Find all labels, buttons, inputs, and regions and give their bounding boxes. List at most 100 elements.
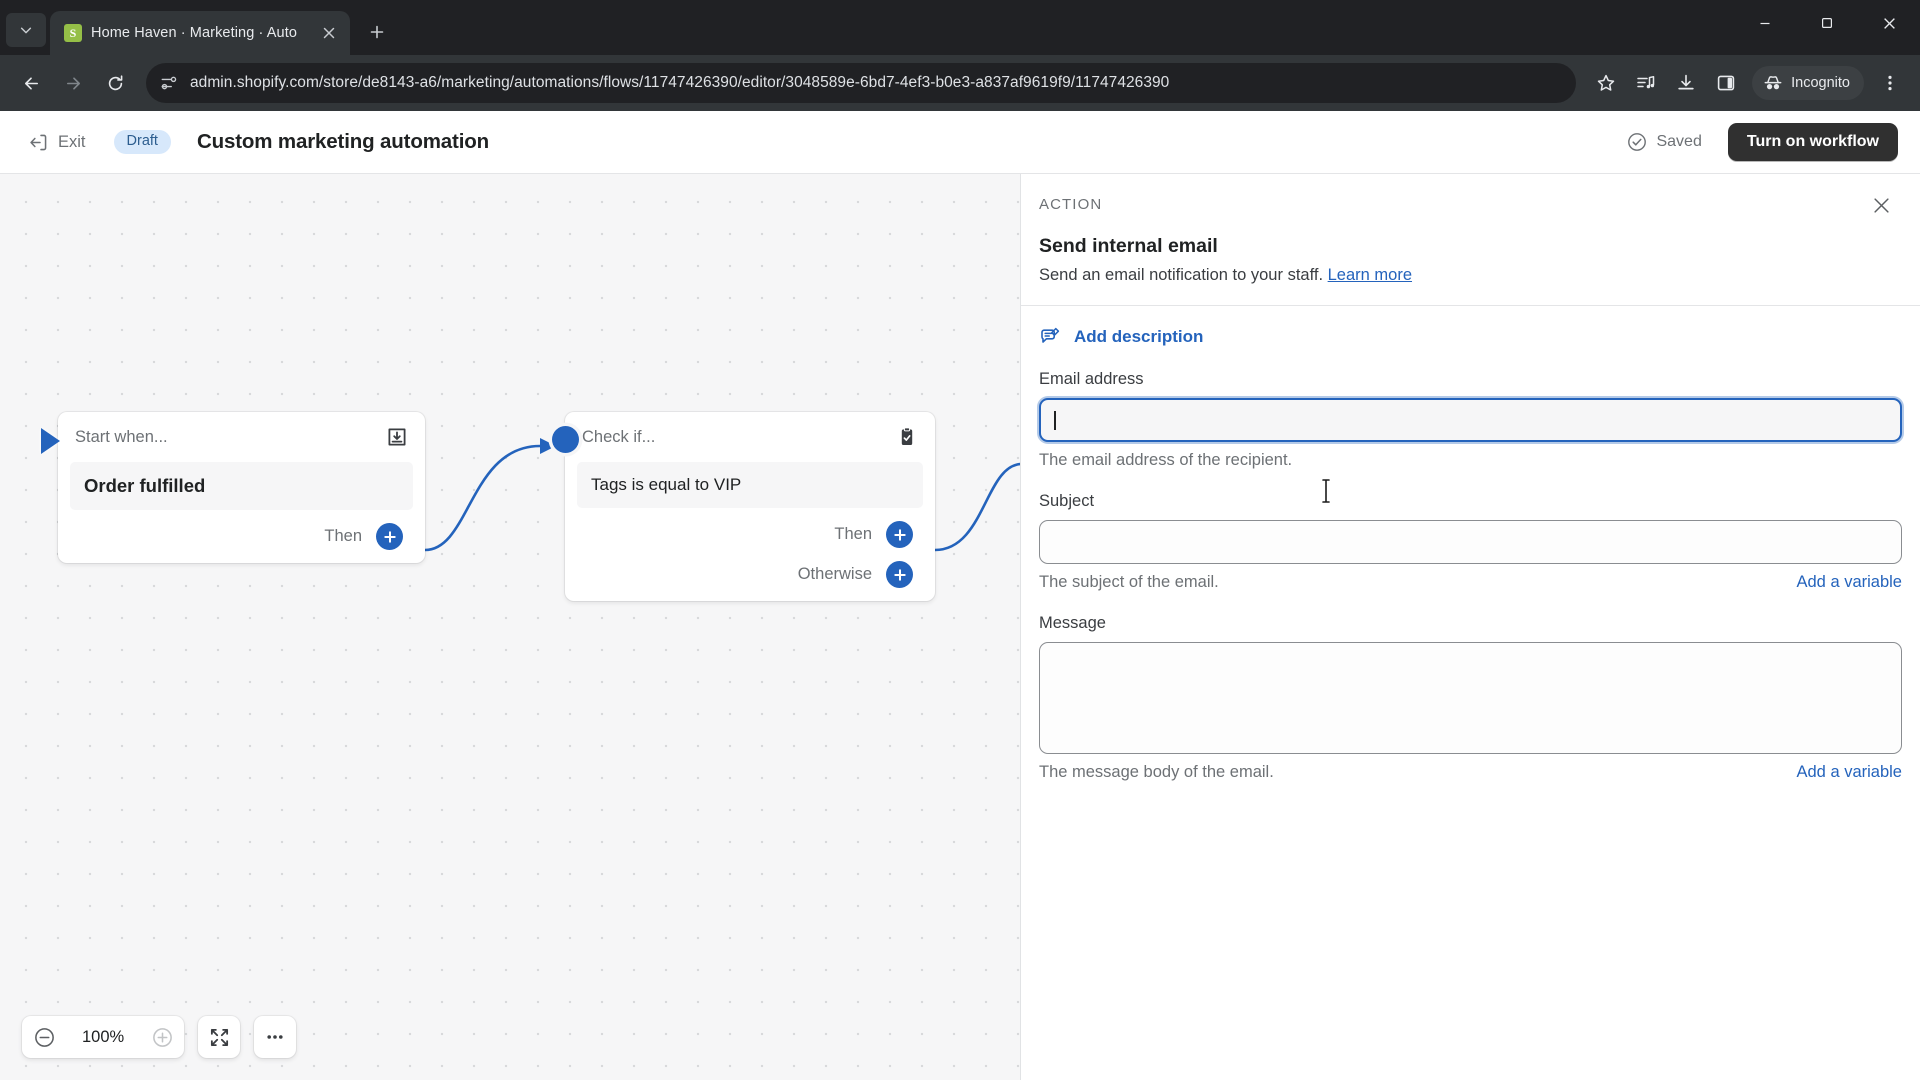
canvas-zoom-controls: 100% — [22, 1016, 297, 1058]
add-description-icon — [1041, 327, 1060, 343]
clipboard-check-icon — [896, 426, 918, 448]
condition-node-label: Check if... — [582, 427, 656, 446]
forward-arrow-icon — [66, 76, 80, 90]
condition-node[interactable]: Check if... Tags is equal to VIP Then Ot… — [552, 412, 935, 601]
chevron-down-icon — [20, 27, 32, 34]
tab-title: Home Haven · Marketing · Auto — [91, 25, 297, 41]
tab-close-button[interactable] — [318, 22, 340, 44]
subject-field-group: Subject The subject of the email. Add a … — [1039, 492, 1902, 592]
header-actions: Saved Turn on workflow — [1627, 123, 1898, 161]
site-settings-icon[interactable] — [160, 74, 178, 92]
panel-close-button[interactable] — [1868, 192, 1894, 218]
zoom-out-button[interactable] — [26, 1019, 62, 1055]
window-minimize-button[interactable] — [1734, 0, 1796, 46]
fit-to-screen-icon — [210, 1028, 228, 1046]
window-controls — [1734, 0, 1920, 46]
reload-button[interactable] — [96, 64, 134, 102]
subject-help: The subject of the email. — [1039, 573, 1219, 591]
add-step-then-button[interactable] — [886, 521, 913, 548]
message-footer: The message body of the email. Add a var… — [1039, 763, 1902, 782]
condition-then-branch: Then — [565, 508, 935, 561]
flow-connectors — [424, 438, 1020, 552]
message-help: The message body of the email. — [1039, 763, 1274, 781]
condition-node-connector-dot — [552, 426, 579, 453]
close-icon — [323, 27, 335, 39]
shopify-flow-editor: Exit Draft Custom marketing automation S… — [0, 111, 1920, 1080]
flow-canvas[interactable]: Start when... Order fulfilled Then Check… — [0, 174, 1020, 1080]
shopify-favicon-icon: S — [64, 24, 82, 42]
condition-otherwise-label: Otherwise — [797, 565, 872, 583]
message-label: Message — [1039, 614, 1106, 632]
side-panel-button[interactable] — [1708, 65, 1744, 101]
connector-trigger-to-condition — [424, 444, 541, 552]
forward-button[interactable] — [54, 64, 92, 102]
status-badge: Draft — [113, 130, 171, 154]
order-fulfilled-icon — [386, 426, 408, 448]
zoom-group: 100% — [22, 1016, 185, 1058]
check-circle-icon — [1628, 133, 1647, 151]
close-icon — [1873, 197, 1889, 213]
browser-menu-button[interactable] — [1872, 65, 1908, 101]
reload-icon — [108, 74, 122, 90]
subject-label: Subject — [1039, 492, 1095, 510]
exit-icon — [30, 134, 47, 150]
browser-toolbar: admin.shopify.com/store/de8143-a6/market… — [0, 55, 1920, 111]
browser-window: S Home Haven · Marketing · Auto admin.sh… — [0, 0, 1920, 1080]
side-panel-icon — [1717, 75, 1735, 91]
message-field-group: Message The message body of the email. A… — [1039, 614, 1902, 782]
text-caret — [1054, 410, 1056, 430]
subject-input[interactable] — [1039, 520, 1902, 564]
canvas-more-options-button[interactable] — [254, 1016, 297, 1058]
add-step-after-trigger-button[interactable] — [376, 523, 403, 550]
message-add-variable-link[interactable]: Add a variable — [1797, 763, 1903, 782]
tab-search-button[interactable] — [6, 13, 46, 47]
media-control-button[interactable] — [1628, 65, 1664, 101]
message-input[interactable] — [1039, 642, 1902, 754]
minimize-icon — [1760, 22, 1770, 25]
bookmark-button[interactable] — [1588, 65, 1624, 101]
zoom-in-icon — [152, 1027, 172, 1047]
address-bar[interactable]: admin.shopify.com/store/de8143-a6/market… — [146, 63, 1577, 103]
browser-tab[interactable]: S Home Haven · Marketing · Auto — [50, 11, 350, 55]
panel-eyebrow: ACTION — [1039, 196, 1103, 213]
add-description-label: Add description — [1074, 327, 1204, 346]
email-address-input[interactable] — [1039, 398, 1902, 442]
downloads-button[interactable] — [1668, 65, 1704, 101]
zoom-out-icon — [34, 1027, 54, 1047]
exit-button[interactable]: Exit — [22, 126, 92, 159]
email-address-footer: The email address of the recipient. — [1039, 451, 1902, 470]
back-button[interactable] — [12, 64, 50, 102]
trigger-node-value: Order fulfilled — [70, 462, 413, 510]
condition-otherwise-branch: Otherwise — [565, 561, 935, 601]
zoom-level-value[interactable]: 100% — [62, 1028, 144, 1047]
incognito-indicator[interactable]: Incognito — [1752, 66, 1864, 100]
action-form: Email address The email address of the r… — [1021, 370, 1920, 804]
star-icon — [1597, 74, 1615, 91]
media-player-icon — [1637, 75, 1655, 89]
trigger-start-arrow-icon — [41, 428, 60, 454]
turn-on-workflow-button[interactable]: Turn on workflow — [1727, 123, 1898, 161]
add-description-button[interactable]: Add description — [1021, 306, 1920, 370]
new-tab-button[interactable] — [360, 15, 394, 49]
incognito-label: Incognito — [1791, 75, 1850, 91]
subject-add-variable-link[interactable]: Add a variable — [1797, 573, 1903, 592]
url-text: admin.shopify.com/store/de8143-a6/market… — [190, 74, 1170, 91]
trigger-node-label: Start when... — [75, 427, 168, 446]
window-maximize-button[interactable] — [1796, 0, 1858, 46]
condition-then-label: Then — [834, 525, 872, 543]
trigger-node-header: Start when... — [58, 412, 425, 458]
fit-to-screen-button[interactable] — [198, 1016, 241, 1058]
add-step-otherwise-button[interactable] — [886, 561, 913, 588]
exit-label: Exit — [58, 132, 86, 151]
editor-body: Start when... Order fulfilled Then Check… — [0, 174, 1920, 1080]
zoom-in-button[interactable] — [144, 1019, 180, 1055]
learn-more-link[interactable]: Learn more — [1328, 266, 1412, 284]
saved-label: Saved — [1656, 133, 1702, 150]
close-icon — [1883, 17, 1895, 29]
window-close-button[interactable] — [1858, 0, 1920, 46]
saved-indicator: Saved — [1627, 132, 1702, 152]
trigger-then-branch: Then — [58, 510, 425, 563]
trigger-node[interactable]: Start when... Order fulfilled Then — [41, 412, 425, 563]
condition-node-header: Check if... — [565, 412, 935, 458]
plus-icon — [893, 568, 906, 581]
